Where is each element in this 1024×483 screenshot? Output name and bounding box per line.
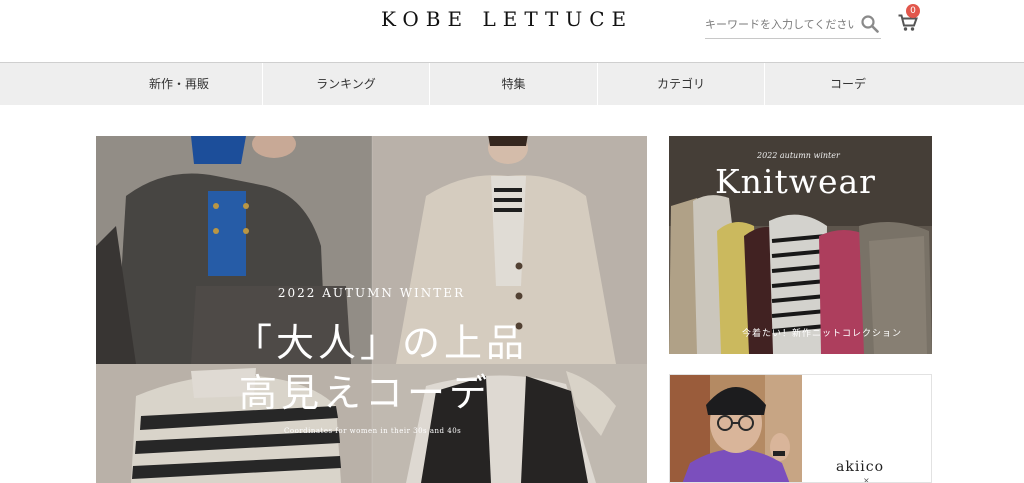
akiico-banner[interactable]: akiico × bbox=[669, 374, 932, 483]
hero-banner[interactable]: 2022 AUTUMN WINTER 「大人」の上品 高見えコーデ Coordi… bbox=[96, 136, 647, 483]
nav-item-ranking[interactable]: ランキング bbox=[263, 63, 429, 105]
cart-button[interactable]: 0 bbox=[898, 4, 920, 34]
site-header: KOBE LETTUCE 0 bbox=[0, 0, 1024, 62]
nav-item-category[interactable]: カテゴリ bbox=[598, 63, 764, 105]
collaboration-mark: × bbox=[863, 476, 870, 483]
akiico-brand-name: akiico bbox=[836, 459, 885, 475]
hero-headline-line2: 高見えコーデ bbox=[239, 371, 492, 415]
akiico-photo bbox=[670, 375, 802, 482]
knitwear-season-label: 2022 autumn winter bbox=[757, 151, 840, 160]
knitwear-caption: 今着たい！新作ニットコレクション bbox=[742, 329, 903, 339]
search-icon[interactable] bbox=[861, 15, 879, 33]
nav-item-new[interactable]: 新作・再販 bbox=[96, 63, 262, 105]
main-nav: 新作・再販 ランキング 特集 カテゴリ コーデ bbox=[0, 62, 1024, 105]
knitwear-title: Knitwear bbox=[715, 162, 876, 201]
hero-caption: Coordinates for women in their 30s and 4… bbox=[284, 427, 462, 435]
cart-count-badge: 0 bbox=[906, 4, 920, 18]
nav-item-feature[interactable]: 特集 bbox=[430, 63, 597, 105]
nav-item-coordinate[interactable]: コーデ bbox=[765, 63, 931, 105]
search-input[interactable] bbox=[705, 14, 855, 34]
hero-headline-line1: 「大人」の上品 bbox=[234, 321, 529, 365]
hero-season-label: 2022 AUTUMN WINTER bbox=[277, 286, 466, 300]
site-logo[interactable]: KOBE LETTUCE bbox=[381, 7, 633, 31]
search-box bbox=[705, 12, 881, 39]
knitwear-banner[interactable]: 2022 autumn winter Knitwear 今着たい！新作ニットコレ… bbox=[669, 136, 932, 354]
